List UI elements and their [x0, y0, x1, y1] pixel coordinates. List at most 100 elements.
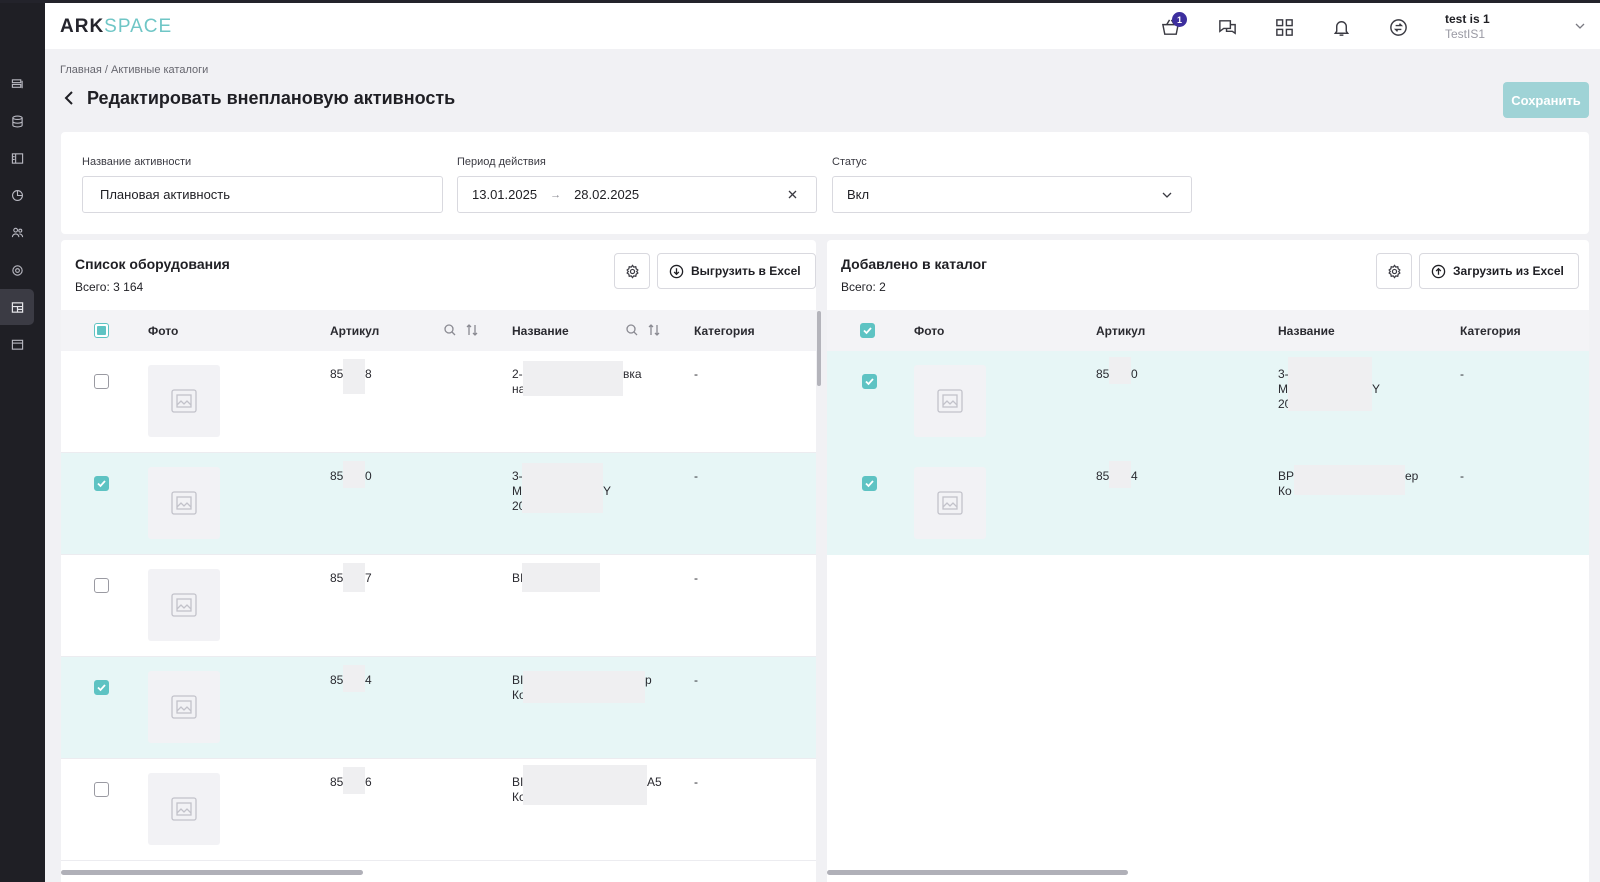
breadcrumb[interactable]: Главная / Активные каталоги — [60, 64, 208, 76]
article-part: 4 — [365, 673, 372, 687]
table-grid-icon — [11, 301, 23, 313]
row-checkbox[interactable] — [862, 476, 877, 491]
table-row[interactable]: 85 6 BI A5 Ко - — [61, 759, 816, 861]
sort-icon[interactable] — [647, 323, 661, 337]
columns-settings-button[interactable] — [1376, 253, 1412, 289]
image-placeholder-icon — [171, 491, 197, 515]
name-part: Ко — [1278, 484, 1292, 498]
table-row[interactable]: 85 8 2- вка на - — [61, 351, 816, 453]
chevron-down-icon[interactable] — [1573, 19, 1587, 33]
notifications-button[interactable] — [1329, 15, 1353, 39]
image-placeholder-icon — [171, 797, 197, 821]
back-button[interactable] — [63, 89, 79, 107]
article-part: 85 — [330, 469, 344, 483]
redacted-block — [343, 767, 365, 794]
save-button[interactable]: Сохранить — [1503, 82, 1589, 118]
select-all-checkbox[interactable] — [94, 323, 109, 338]
name-part: 2- — [512, 367, 523, 381]
sidebar-item-database[interactable] — [0, 103, 34, 139]
select-all-checkbox[interactable] — [860, 323, 875, 338]
sync-button[interactable] — [1386, 15, 1410, 39]
status-select[interactable]: Вкл — [832, 176, 1192, 213]
user-company: TestIS1 — [1445, 27, 1486, 41]
gear-icon — [1387, 263, 1401, 279]
sidebar-item-catalog[interactable] — [0, 140, 34, 176]
cart-button[interactable]: 1 — [1158, 12, 1187, 39]
row-checkbox[interactable] — [94, 374, 109, 389]
table-row[interactable]: 85 0 3- M Y 20 - — [61, 453, 816, 555]
period-end[interactable]: 28.02.2025 — [574, 187, 639, 202]
chat-button[interactable] — [1215, 15, 1239, 39]
arrow-right-icon: → — [550, 188, 562, 201]
image-placeholder-icon — [937, 491, 963, 515]
sort-icon[interactable] — [465, 323, 479, 337]
table-row[interactable]: 85 7 BI - — [61, 555, 816, 657]
search-icon[interactable] — [625, 323, 639, 337]
chevron-down-icon — [1162, 192, 1172, 198]
period-label: Период действия — [457, 156, 546, 168]
sidebar-item-list[interactable] — [0, 66, 34, 102]
equipment-count: Всего: 3 164 — [75, 280, 144, 294]
equipment-list-panel: Список оборудования Всего: 3 164 Выгрузи… — [61, 240, 816, 882]
sidebar-item-users[interactable] — [0, 214, 34, 250]
row-checkbox[interactable] — [94, 782, 109, 797]
left-table-vertical-scrollbar[interactable] — [817, 311, 821, 386]
left-table-horizontal-scrollbar[interactable] — [61, 870, 363, 875]
name-part: BP — [1278, 469, 1295, 483]
image-placeholder-icon — [171, 389, 197, 413]
name-part: ер — [1405, 469, 1419, 483]
row-checkbox[interactable] — [94, 476, 109, 491]
redacted-block — [1294, 465, 1405, 495]
row-checkbox[interactable] — [94, 680, 109, 695]
search-icon[interactable] — [443, 323, 457, 337]
gear-icon — [11, 264, 23, 276]
check-icon — [865, 480, 874, 488]
database-icon — [11, 115, 23, 127]
table-row[interactable]: 85 4 BP ер Ко - — [827, 453, 1589, 555]
product-photo — [148, 773, 220, 845]
table-row[interactable]: 85 4 BI р Ко - — [61, 657, 816, 759]
columns-settings-button[interactable] — [614, 253, 650, 289]
article-part: 0 — [365, 469, 372, 483]
column-photo: Фото — [914, 324, 945, 338]
activity-name-label: Название активности — [82, 156, 192, 168]
sidebar-item-calendar[interactable] — [0, 326, 34, 362]
article-part: 6 — [365, 775, 372, 789]
sidebar-item-settings[interactable] — [0, 252, 34, 288]
close-icon[interactable] — [787, 189, 798, 200]
article-part: 85 — [330, 571, 344, 585]
export-excel-button[interactable]: Выгрузить в Excel — [657, 253, 816, 289]
added-catalog-count: Всего: 2 — [841, 280, 886, 294]
import-excel-label: Загрузить из Excel — [1453, 264, 1564, 278]
name-part: BI — [512, 775, 524, 789]
sidebar-item-analytics[interactable] — [0, 177, 34, 213]
row-checkbox[interactable] — [94, 578, 109, 593]
status-label: Статус — [832, 156, 867, 168]
column-category: Категория — [1460, 324, 1521, 338]
check-icon — [97, 684, 106, 692]
article-part: 85 — [330, 673, 344, 687]
sidebar-item-active-catalogs[interactable] — [0, 289, 34, 325]
row-checkbox[interactable] — [862, 374, 877, 389]
apps-button[interactable] — [1272, 15, 1296, 39]
name-part: Y — [1372, 382, 1381, 396]
right-table-horizontal-scrollbar[interactable] — [827, 870, 1128, 875]
period-date-range[interactable]: 13.01.2025 → 28.02.2025 — [457, 176, 817, 213]
category-value: - — [694, 469, 698, 483]
image-placeholder-icon — [171, 593, 197, 617]
name-part: M — [1278, 382, 1288, 396]
redacted-block — [343, 563, 365, 592]
gear-icon — [625, 263, 639, 279]
redacted-block — [523, 765, 647, 805]
table-header: Фото Артикул Название Категория — [61, 310, 816, 351]
redacted-block — [1109, 357, 1131, 384]
added-to-catalog-panel: Добавлено в каталог Всего: 2 Загрузить и… — [827, 240, 1589, 882]
activity-name-input[interactable]: Плановая активность — [82, 176, 443, 213]
import-excel-button[interactable]: Загрузить из Excel — [1419, 253, 1579, 289]
product-photo — [148, 467, 220, 539]
logo[interactable]: ARKSPACE — [60, 16, 172, 38]
period-start[interactable]: 13.01.2025 — [472, 187, 537, 202]
table-row[interactable]: 85 0 3- M Y 20 - — [827, 351, 1589, 453]
name-part: Y — [603, 484, 612, 498]
user-name[interactable]: test is 1 — [1445, 12, 1490, 26]
